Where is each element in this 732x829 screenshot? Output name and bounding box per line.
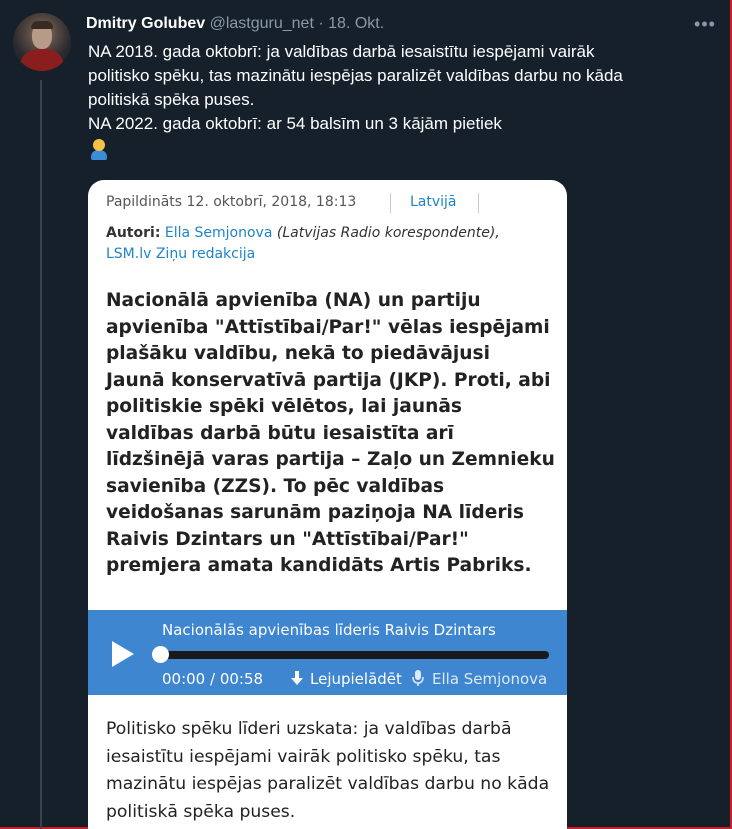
audio-time: 00:00 / 00:58 xyxy=(162,670,264,688)
audio-progress-track[interactable] xyxy=(160,651,549,659)
avatar[interactable] xyxy=(13,13,71,71)
body-line: Politisko spēku līderi uzskata: ja valdī… xyxy=(106,719,512,739)
audio-progress-handle[interactable] xyxy=(152,646,169,663)
meta-divider xyxy=(478,193,479,213)
play-icon[interactable] xyxy=(110,638,136,670)
more-options-icon[interactable]: ••• xyxy=(694,15,716,35)
audio-author-name: Ella Semjonova xyxy=(432,670,548,688)
author-name[interactable]: Dmitry Golubev xyxy=(86,15,205,32)
audio-title: Nacionālās apvienības līderis Raivis Dzi… xyxy=(162,621,496,639)
author-role: (Latvijas Radio korespondente), xyxy=(276,225,500,241)
lead-line: Raivis Dzintars un "Attīstībai/Par!" xyxy=(106,528,469,550)
lead-line: plašāku valdību, nekā to piedāvājusi xyxy=(106,343,490,364)
lead-line: apvienība "Attīstībai/Par!" vēlas iespēj… xyxy=(106,316,550,338)
download-label: Lejupielādēt xyxy=(310,670,402,688)
lead-line: veidošanas sarunām paziņoja NA līderis xyxy=(106,502,524,523)
meta-divider xyxy=(390,193,391,213)
lead-line: politiskie spēki vēlētos, lai jaunās xyxy=(106,396,462,417)
article-category[interactable]: Latvijā xyxy=(410,193,457,211)
lead-line: valdības darbā būtu iesaistīta arī xyxy=(106,422,454,444)
article-updated: Papildināts 12. oktobrī, 2018, 18:13 xyxy=(106,194,357,210)
article-lead: Nacionālā apvienība (NA) un partiju apvi… xyxy=(106,288,555,580)
article-meta: Papildināts 12. oktobrī, 2018, 18:13 Lat… xyxy=(106,193,479,213)
authors-label: Autori: xyxy=(106,225,161,241)
separator-dot: · xyxy=(318,15,324,32)
body-line: politiskā spēka puses. xyxy=(106,801,296,822)
body-line: iesaistītu iespējami vairāk politisko sp… xyxy=(106,746,501,767)
thread-line xyxy=(40,80,42,829)
lead-line: līdzšinējā varas partija – Zaļo un Zemni… xyxy=(106,449,555,470)
article-image-card[interactable]: Papildināts 12. oktobrī, 2018, 18:13 Lat… xyxy=(88,180,567,829)
tweet-text-line: politisko spēku, tas mazinātu iespējas p… xyxy=(88,66,623,85)
lead-line: Nacionālā apvienība (NA) un partiju xyxy=(106,290,481,311)
man-shrugging-emoji xyxy=(88,138,110,160)
author-link-secondary[interactable]: LSM.lv Ziņu redakcija xyxy=(106,246,255,262)
tweet-text: NA 2018. gada oktobrī: ja valdības darbā… xyxy=(88,40,718,160)
tweet-text-line: NA 2022. gada oktobrī: ar 54 balsīm un 3… xyxy=(88,114,502,133)
article-body: Politisko spēku līderi uzskata: ja valdī… xyxy=(106,716,554,826)
tweet-header: Dmitry Golubev @lastguru_net · 18. Okt. xyxy=(86,15,384,35)
download-icon xyxy=(291,671,303,685)
article-authors: Autori: Ella Semjonova (Latvijas Radio k… xyxy=(106,223,546,265)
author-handle[interactable]: @lastguru_net xyxy=(210,15,314,32)
tweet-text-line: politiskā spēka puses. xyxy=(88,90,255,109)
tweet-date[interactable]: 18. Okt. xyxy=(328,15,384,32)
body-line: mazinātu iespējas paralizēt valdības dar… xyxy=(106,774,550,794)
lead-line: Jaunā konservatīvā partija (JKP). Proti,… xyxy=(106,369,551,391)
author-link[interactable]: Ella Semjonova xyxy=(165,225,273,241)
audio-player: Nacionālās apvienības līderis Raivis Dzi… xyxy=(88,610,567,695)
download-button[interactable]: Lejupielādēt xyxy=(290,670,402,688)
lead-line: premjera amata kandidāts Artis Pabriks. xyxy=(106,555,532,576)
audio-author[interactable]: Ella Semjonova xyxy=(412,670,547,688)
lead-line: savienība (ZZS). To pēc valdības xyxy=(106,475,445,497)
microphone-icon xyxy=(412,670,424,686)
tweet-text-line: NA 2018. gada oktobrī: ja valdības darbā… xyxy=(88,42,595,61)
